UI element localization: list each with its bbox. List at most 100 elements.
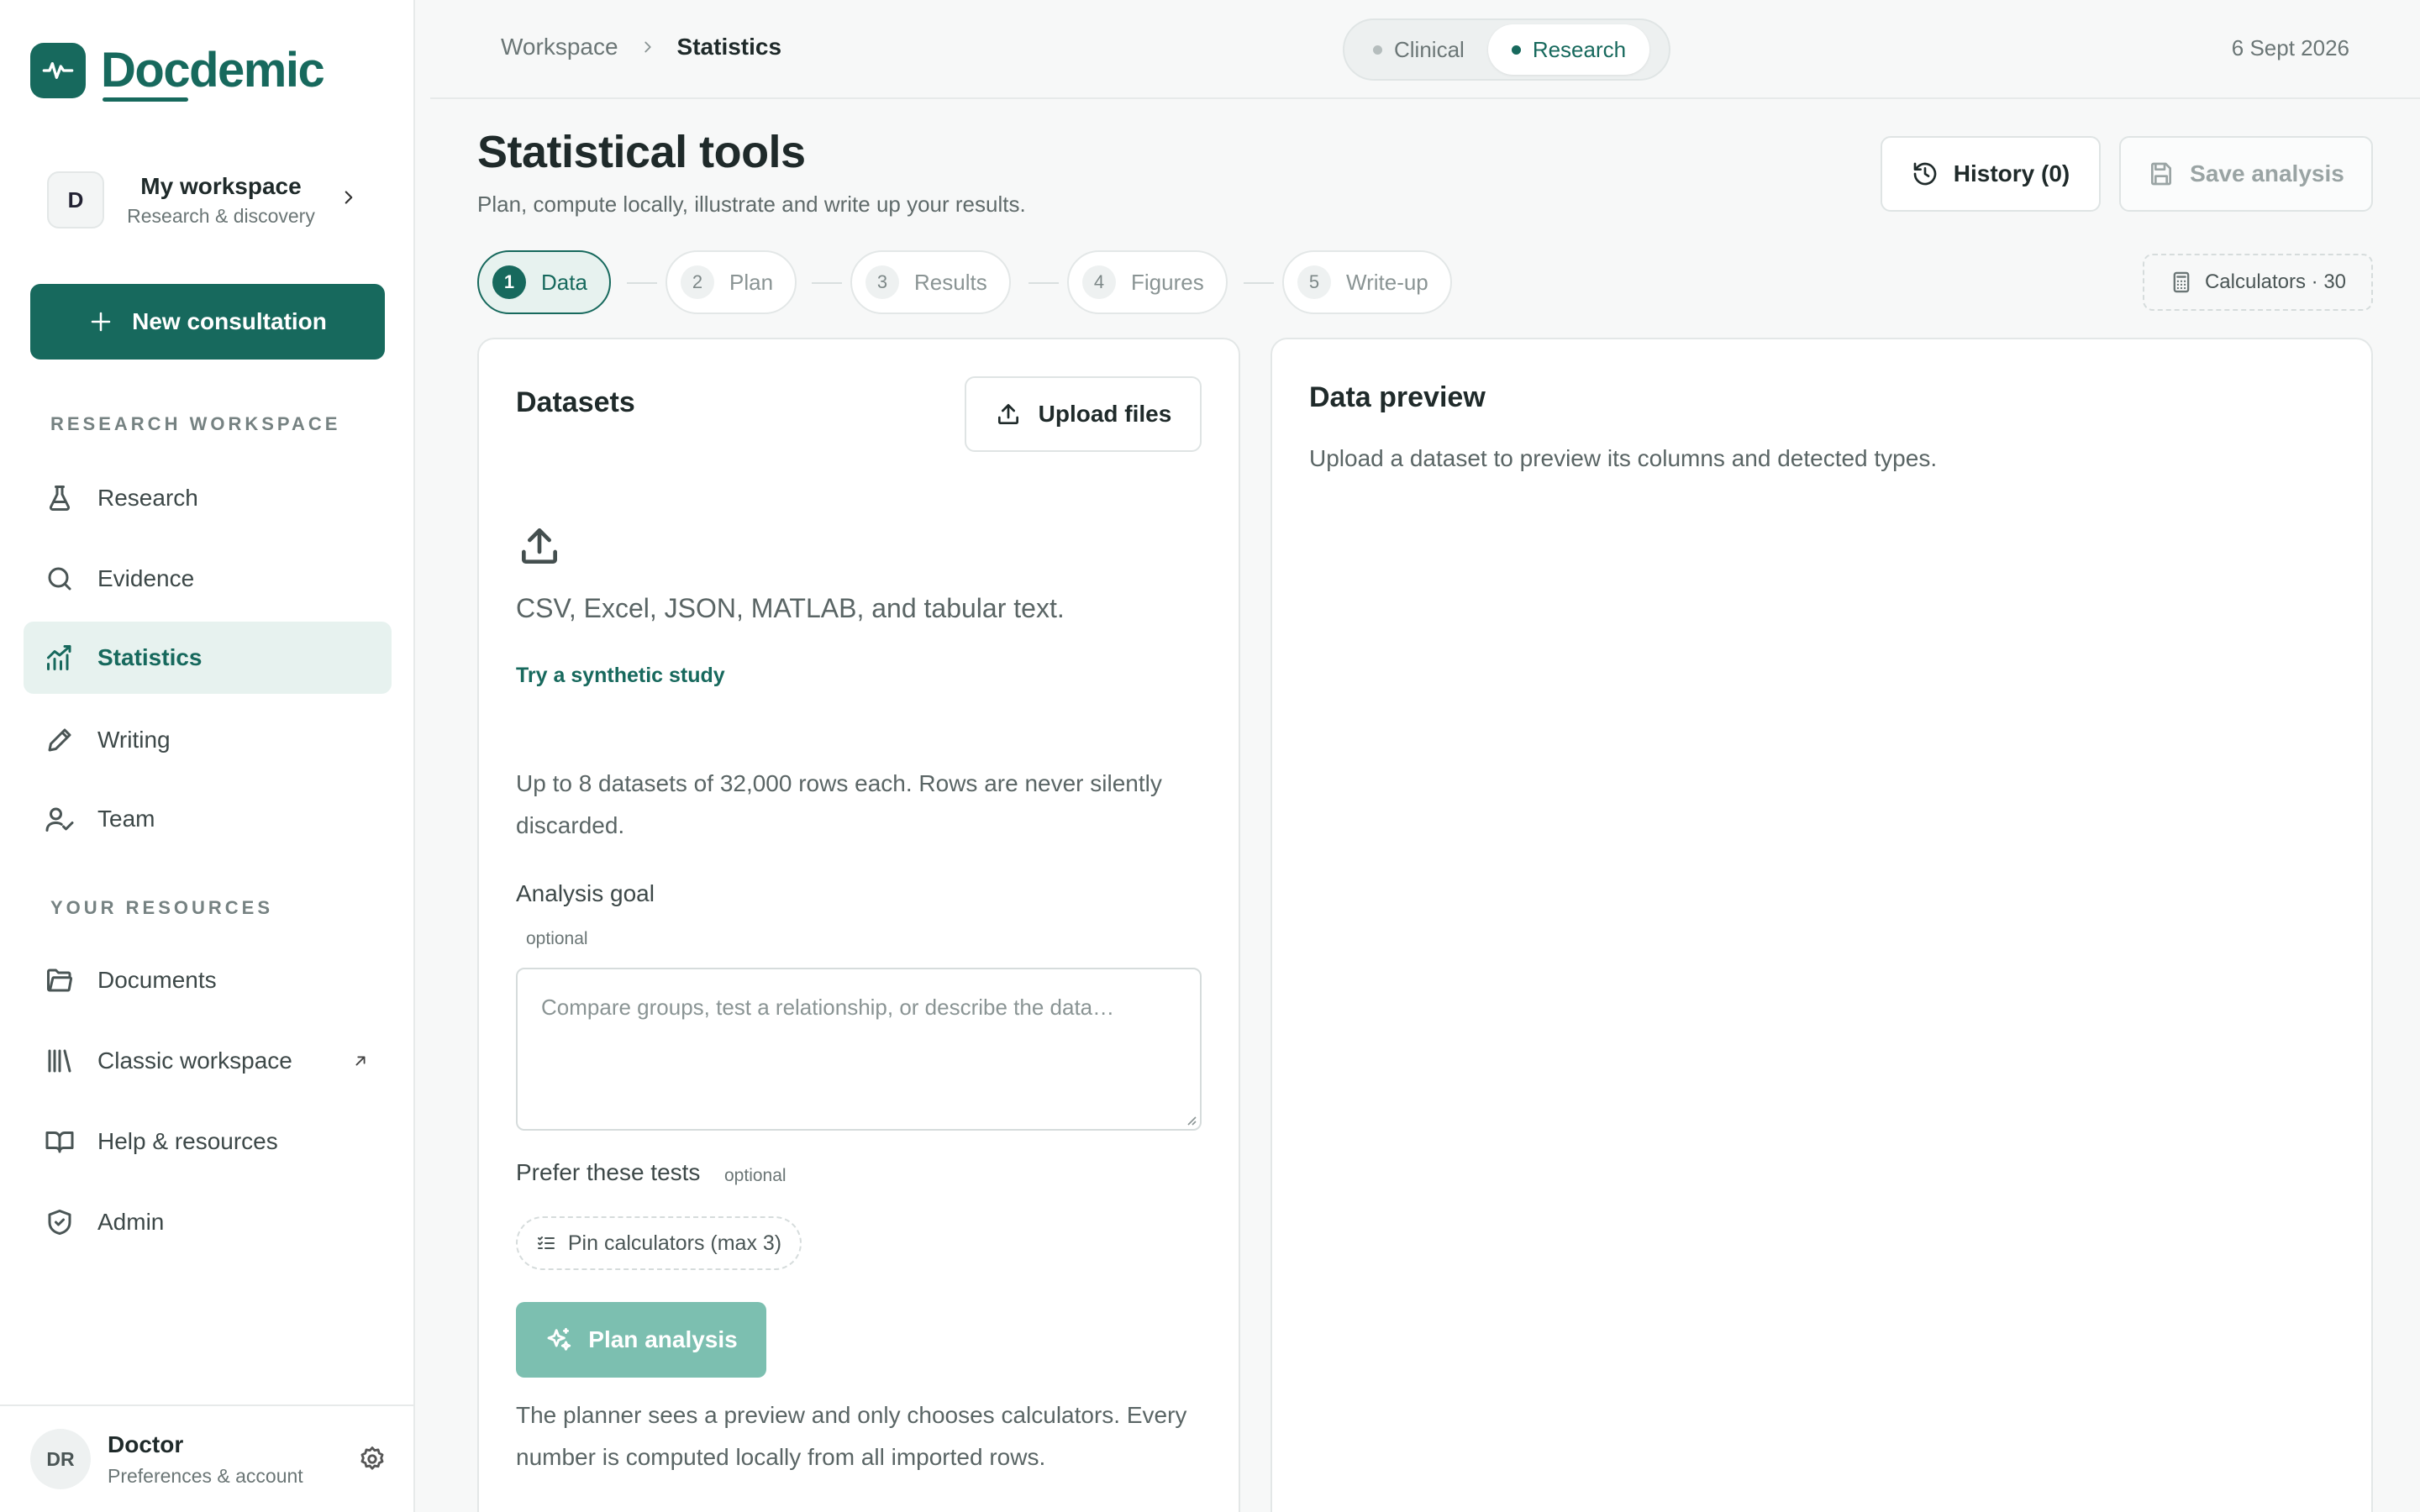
step-number: 4 bbox=[1082, 265, 1116, 299]
pin-calculators-label: Pin calculators (max 3) bbox=[567, 1231, 782, 1255]
planner-note: The planner sees a preview and only choo… bbox=[516, 1402, 1187, 1470]
history-button[interactable]: History (0) bbox=[1881, 136, 2101, 212]
step-write-up[interactable]: 5 Write-up bbox=[1282, 250, 1452, 314]
datasets-card: Datasets Upload files CSV, Excel, JSON, … bbox=[477, 338, 1240, 1512]
step-number: 5 bbox=[1297, 265, 1331, 299]
breadcrumb-workspace[interactable]: Workspace bbox=[501, 34, 618, 60]
history-label: History (0) bbox=[1953, 160, 2070, 186]
sidebar-item-documents[interactable]: Documents bbox=[24, 944, 392, 1016]
data-preview-card: Data preview Upload a dataset to preview… bbox=[1270, 338, 2373, 1512]
data-preview-empty-text: Upload a dataset to preview its columns … bbox=[1309, 445, 1938, 471]
resize-handle-icon[interactable] bbox=[1183, 1112, 1197, 1126]
avatar: DR bbox=[30, 1429, 91, 1489]
plan-analysis-button[interactable]: Plan analysis bbox=[516, 1302, 766, 1378]
chevron-right-icon bbox=[338, 186, 360, 208]
calculators-label: Calculators · 30 bbox=[2204, 270, 2347, 293]
step-number: 1 bbox=[492, 265, 526, 299]
mode-research[interactable]: Research bbox=[1487, 24, 1650, 75]
mode-label: Clinical bbox=[1394, 36, 1465, 62]
upload-files-label: Upload files bbox=[1038, 401, 1172, 427]
sidebar-item-help[interactable]: Help & resources bbox=[24, 1105, 392, 1178]
folder-icon bbox=[44, 964, 76, 996]
step-connector bbox=[1028, 282, 1059, 284]
status-dot bbox=[1511, 45, 1521, 55]
sidebar-item-label: Team bbox=[97, 806, 155, 832]
mode-clinical[interactable]: Clinical bbox=[1349, 24, 1488, 75]
sidebar-item-team[interactable]: Team bbox=[24, 783, 392, 855]
calculators-badge[interactable]: Calculators · 30 bbox=[2143, 254, 2373, 311]
step-number: 3 bbox=[865, 265, 899, 299]
step-label: Results bbox=[914, 269, 987, 295]
current-date: 6 Sept 2026 bbox=[2231, 35, 2349, 60]
sidebar-item-writing[interactable]: Writing bbox=[24, 704, 392, 776]
data-preview-title: Data preview bbox=[1309, 381, 1486, 413]
sidebar-item-research[interactable]: Research bbox=[24, 462, 392, 534]
sidebar-item-evidence[interactable]: Evidence bbox=[24, 543, 392, 615]
sidebar: Docdemic D My workspace Research & disco… bbox=[0, 0, 415, 1512]
step-label: Figures bbox=[1131, 269, 1204, 295]
top-bar: Workspace Statistics Clinical Research 6… bbox=[430, 0, 2420, 99]
sidebar-item-classic-workspace[interactable]: Classic workspace bbox=[24, 1025, 392, 1097]
workspace-switcher[interactable]: D My workspace Research & discovery bbox=[47, 161, 375, 239]
sidebar-item-label: Help & resources bbox=[97, 1128, 278, 1154]
status-dot bbox=[1373, 45, 1382, 55]
step-connector bbox=[812, 282, 842, 284]
sidebar-item-label: Statistics bbox=[97, 644, 203, 670]
brand-underline bbox=[103, 97, 188, 102]
brand-name: Docdemic bbox=[101, 42, 325, 102]
new-consultation-button[interactable]: New consultation bbox=[30, 284, 385, 360]
pin-calculators-button[interactable]: Pin calculators (max 3) bbox=[516, 1216, 802, 1270]
breadcrumb: Workspace Statistics bbox=[501, 34, 781, 60]
workspace-avatar: D bbox=[47, 171, 104, 228]
external-link-icon bbox=[351, 1052, 370, 1070]
sidebar-item-statistics[interactable]: Statistics bbox=[24, 622, 392, 694]
sparkles-icon bbox=[544, 1326, 573, 1354]
breadcrumb-current: Statistics bbox=[676, 34, 782, 60]
prefer-tests-label: Prefer these tests bbox=[516, 1159, 701, 1185]
user-subtitle: Preferences & account bbox=[108, 1464, 303, 1487]
user-name: Doctor bbox=[108, 1431, 184, 1457]
step-connector bbox=[1244, 282, 1274, 284]
analysis-goal-textarea[interactable]: Compare groups, test a relationship, or … bbox=[516, 968, 1202, 1131]
step-label: Plan bbox=[729, 269, 774, 295]
sidebar-item-label: Research bbox=[97, 485, 198, 511]
save-analysis-button[interactable]: Save analysis bbox=[2119, 136, 2373, 212]
user-check-icon bbox=[44, 803, 76, 835]
brand-logo[interactable]: Docdemic bbox=[30, 42, 325, 102]
mode-label: Research bbox=[1532, 36, 1627, 62]
sidebar-item-label: Writing bbox=[97, 727, 171, 753]
section-label-research: RESEARCH WORKSPACE bbox=[50, 413, 341, 434]
step-label: Data bbox=[541, 269, 587, 295]
try-synthetic-study-link[interactable]: Try a synthetic study bbox=[516, 664, 725, 688]
step-label: Write-up bbox=[1346, 269, 1428, 295]
plan-analysis-label: Plan analysis bbox=[588, 1326, 738, 1352]
upload-files-button[interactable]: Upload files bbox=[965, 376, 1202, 452]
analysis-goal-placeholder: Compare groups, test a relationship, or … bbox=[541, 995, 1115, 1020]
sidebar-item-label: Admin bbox=[97, 1209, 165, 1235]
step-plan[interactable]: 2 Plan bbox=[666, 250, 797, 314]
gear-icon[interactable] bbox=[358, 1445, 387, 1473]
page-subtitle: Plan, compute locally, illustrate and wr… bbox=[477, 192, 1026, 217]
mode-toggle: Clinical Research bbox=[1343, 18, 1670, 81]
chevron-right-icon bbox=[639, 38, 657, 56]
optional-tag: optional bbox=[526, 929, 588, 948]
shield-icon bbox=[44, 1206, 76, 1238]
step-figures[interactable]: 4 Figures bbox=[1067, 250, 1228, 314]
step-data[interactable]: 1 Data bbox=[477, 250, 611, 314]
page-title: Statistical tools bbox=[477, 127, 806, 177]
save-icon bbox=[2148, 160, 2175, 187]
new-consultation-label: New consultation bbox=[132, 308, 327, 334]
dataset-limits: Up to 8 datasets of 32,000 rows each. Ro… bbox=[516, 770, 1162, 838]
sidebar-item-label: Documents bbox=[97, 967, 217, 993]
user-account[interactable]: DR Doctor Preferences & account bbox=[0, 1404, 415, 1512]
step-results[interactable]: 3 Results bbox=[850, 250, 1011, 314]
workspace-name: My workspace bbox=[140, 172, 302, 199]
step-connector bbox=[627, 282, 657, 284]
section-label-resources: YOUR RESOURCES bbox=[50, 897, 274, 918]
upload-icon bbox=[516, 522, 563, 570]
history-icon bbox=[1912, 160, 1939, 187]
sidebar-item-admin[interactable]: Admin bbox=[24, 1186, 392, 1258]
upload-icon bbox=[995, 401, 1022, 428]
plus-icon bbox=[88, 309, 113, 334]
step-number: 2 bbox=[681, 265, 714, 299]
